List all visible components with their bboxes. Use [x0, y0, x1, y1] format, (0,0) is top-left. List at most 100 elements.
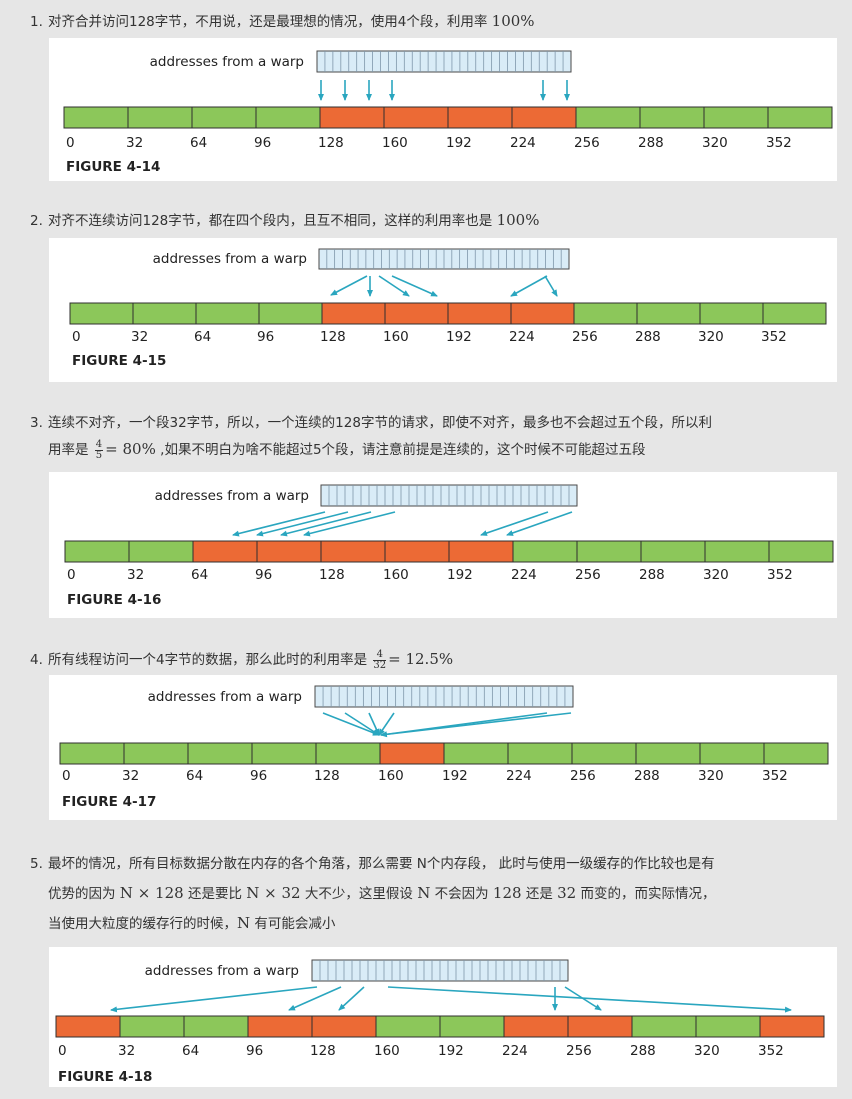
memory-diagram: addresses from a warp 0 32 64 96 128 160 192 224…	[59, 685, 829, 810]
math-32: 32	[557, 884, 577, 902]
warp-label: addresses from a warp	[148, 689, 302, 705]
memory-segment	[375, 1015, 441, 1038]
address-arrow	[288, 986, 342, 1011]
fraction: 4 32	[373, 649, 387, 671]
item-math: = 12.5%	[388, 650, 454, 668]
math-n: N	[417, 884, 431, 902]
fraction-denominator: 5	[95, 449, 103, 461]
address-tick-label: 160	[378, 768, 404, 784]
figure-caption: FIGURE 4-17	[62, 794, 156, 810]
memory-segment-accessed	[319, 106, 385, 129]
memory-segment-accessed	[383, 106, 449, 129]
address-tick-label: 352	[762, 768, 788, 784]
memory-segment-accessed	[448, 540, 514, 563]
address-tick-label: 64	[190, 135, 207, 151]
list-item-1: 1. 对齐合并访问128字节，不用说，还是最理想的情况，使用4个段，利用率 100…	[30, 8, 840, 35]
memory-segment	[762, 302, 827, 325]
math-n: N	[237, 914, 251, 932]
memory-segment	[123, 742, 189, 765]
memory-segment	[255, 106, 321, 129]
memory-segment-accessed	[447, 302, 512, 325]
address-tick-label: 32	[131, 329, 148, 345]
warp-label: addresses from a warp	[155, 488, 309, 504]
address-arrow	[110, 986, 318, 1013]
address-tick-label: 320	[702, 135, 728, 151]
address-tick-label: 64	[191, 567, 208, 583]
warp-thread-block	[314, 685, 574, 708]
address-tick-label: 192	[438, 1043, 464, 1059]
item-line1: 最坏的情况，所有目标数据分散在内存的各个角落，那么需要 N个内存段， 此时与使用…	[48, 856, 715, 872]
address-arrow	[330, 275, 368, 296]
address-tick-label: 96	[257, 329, 274, 345]
memory-segment	[59, 742, 125, 765]
memory-segment	[439, 1015, 505, 1038]
item-line2-a: 优势的因为	[48, 886, 120, 902]
address-tick-label: 128	[320, 329, 346, 345]
item-number: 5.	[30, 856, 43, 872]
item-number: 1.	[30, 14, 43, 30]
address-tick-label: 320	[694, 1043, 720, 1059]
address-tick-label: 352	[766, 135, 792, 151]
item-text: 对齐合并访问128字节，不用说，还是最理想的情况，使用4个段，利用率	[48, 14, 492, 30]
figure-caption: FIGURE 4-15	[72, 353, 166, 369]
address-tick-label: 0	[72, 329, 81, 345]
math-n-times-128: N × 128	[119, 884, 184, 902]
memory-segment-accessed	[192, 540, 258, 563]
figure-caption: FIGURE 4-18	[58, 1069, 152, 1085]
figure-4-14: addresses from a warp 0 32 64 96 128 160 192 224…	[49, 38, 837, 181]
address-tick-label: 352	[767, 567, 793, 583]
address-tick-label: 32	[122, 768, 139, 784]
address-tick-label: 96	[255, 567, 272, 583]
memory-segment-accessed	[510, 302, 575, 325]
memory-segment	[571, 742, 637, 765]
address-tick-label: 96	[246, 1043, 263, 1059]
memory-diagram: addresses from a warp 0 32 64 96 128 160 192 224…	[64, 484, 834, 608]
address-arrow	[378, 712, 395, 736]
item-number: 3.	[30, 415, 43, 431]
address-arrow	[303, 511, 396, 537]
memory-segment	[575, 106, 641, 129]
memory-segment-accessed	[379, 742, 445, 765]
memory-segment	[119, 1015, 185, 1038]
warp-thread-block	[316, 50, 572, 73]
item-math: = 80%	[105, 440, 156, 458]
memory-segment	[768, 540, 834, 563]
memory-segment	[699, 742, 765, 765]
item-text: 所有线程访问一个4字节的数据，那么此时的利用率是	[48, 652, 372, 668]
memory-segment	[258, 302, 323, 325]
fraction-numerator: 4	[94, 438, 104, 451]
figure-4-15: addresses from a warp 0 32 64 96 128 160 192 224…	[49, 238, 837, 382]
memory-segment	[640, 540, 706, 563]
address-tick-label: 32	[118, 1043, 135, 1059]
address-tick-label: 224	[511, 567, 537, 583]
address-tick-label: 0	[67, 567, 76, 583]
address-tick-label: 224	[506, 768, 532, 784]
address-tick-label: 288	[630, 1043, 656, 1059]
memory-segment-accessed	[320, 540, 386, 563]
address-tick-label: 64	[182, 1043, 199, 1059]
memory-segment-accessed	[567, 1015, 633, 1038]
memory-segment	[576, 540, 642, 563]
memory-segment	[251, 742, 317, 765]
memory-diagram: addresses from a warp 0 32 64 96 128 160 192 224…	[55, 959, 825, 1085]
memory-segment	[69, 302, 134, 325]
address-tick-label: 128	[314, 768, 340, 784]
address-tick-label: 256	[572, 329, 598, 345]
address-tick-label: 160	[382, 135, 408, 151]
item-line2-f: 而变的，而实际情况，	[576, 886, 716, 902]
warp-label: addresses from a warp	[145, 963, 299, 979]
math-128: 128	[492, 884, 522, 902]
address-tick-label: 160	[374, 1043, 400, 1059]
memory-segment	[635, 742, 701, 765]
memory-segment	[132, 302, 197, 325]
warp-label: addresses from a warp	[153, 251, 307, 267]
memory-segment	[183, 1015, 249, 1038]
warp-thread-block	[318, 248, 570, 270]
figure-caption: FIGURE 4-14	[66, 159, 160, 175]
item-math: 100%	[496, 211, 540, 229]
memory-segment	[512, 540, 578, 563]
memory-segment	[443, 742, 509, 765]
memory-segment	[573, 302, 638, 325]
address-arrow	[510, 275, 548, 297]
memory-segment-accessed	[55, 1015, 121, 1038]
